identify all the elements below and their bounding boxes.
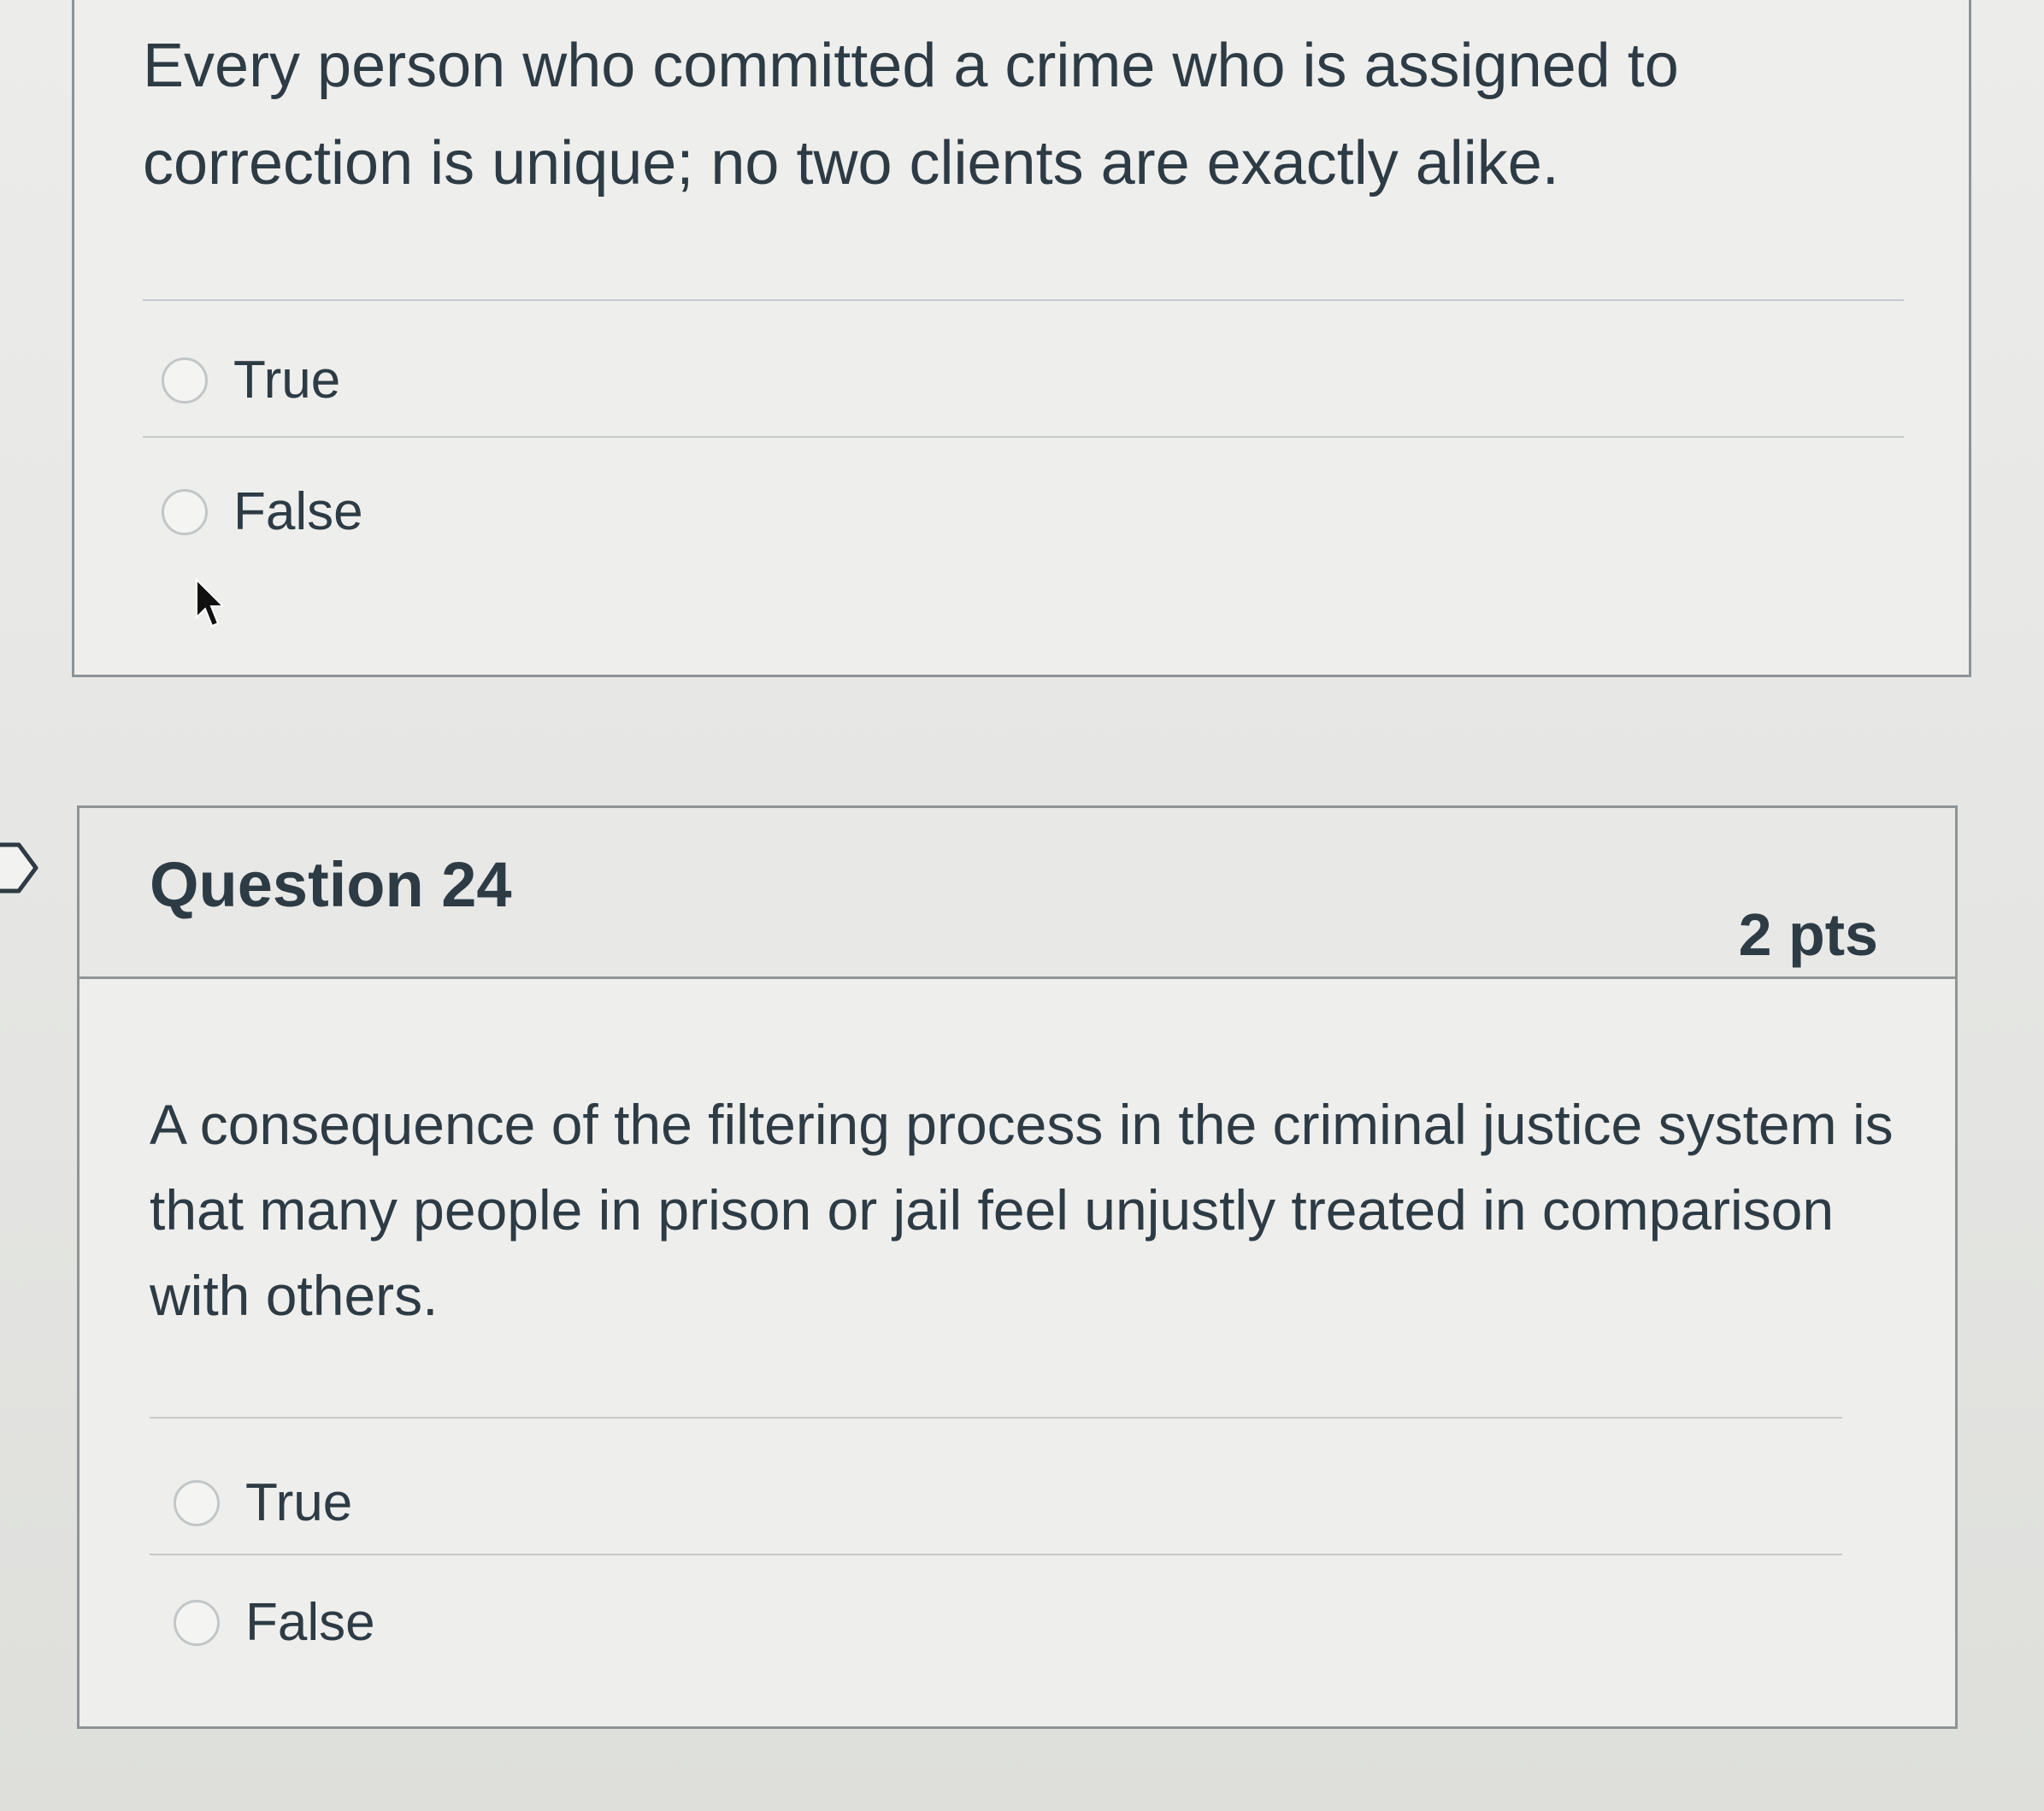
radio-button[interactable] [162,489,208,535]
collapse-arrow-icon[interactable] [0,838,43,898]
question-text: Every person who committed a crime who i… [143,32,1679,198]
answer-label: True [233,351,341,410]
answer-label: True [245,1473,353,1532]
quiz-page: Every person who committed a crime who i… [0,0,2044,1811]
question-card-previous: Every person who committed a crime who i… [72,0,1971,677]
answer-label: False [233,482,363,541]
radio-button[interactable] [162,357,208,404]
radio-button[interactable] [174,1480,220,1526]
answer-option-true[interactable]: True [174,1473,352,1533]
answer-option-false[interactable]: False [174,1593,375,1653]
question-header: Question 24 2 pts [80,808,1955,979]
answer-option-true[interactable]: True [162,351,340,410]
answer-divider [143,299,1904,301]
question-text: A consequence of the filtering process i… [150,1093,1894,1327]
question-points: 2 pts [1738,901,1878,968]
question-title: Question 24 [150,849,512,920]
answer-option-false[interactable]: False [162,482,363,542]
answer-divider [150,1417,1842,1419]
answer-divider [150,1554,1842,1555]
mouse-pointer-icon [196,578,226,628]
answer-label: False [245,1593,375,1652]
answer-divider [143,436,1904,438]
radio-button[interactable] [174,1600,220,1646]
question-card-24: Question 24 2 pts A consequence of the f… [77,805,1958,1729]
